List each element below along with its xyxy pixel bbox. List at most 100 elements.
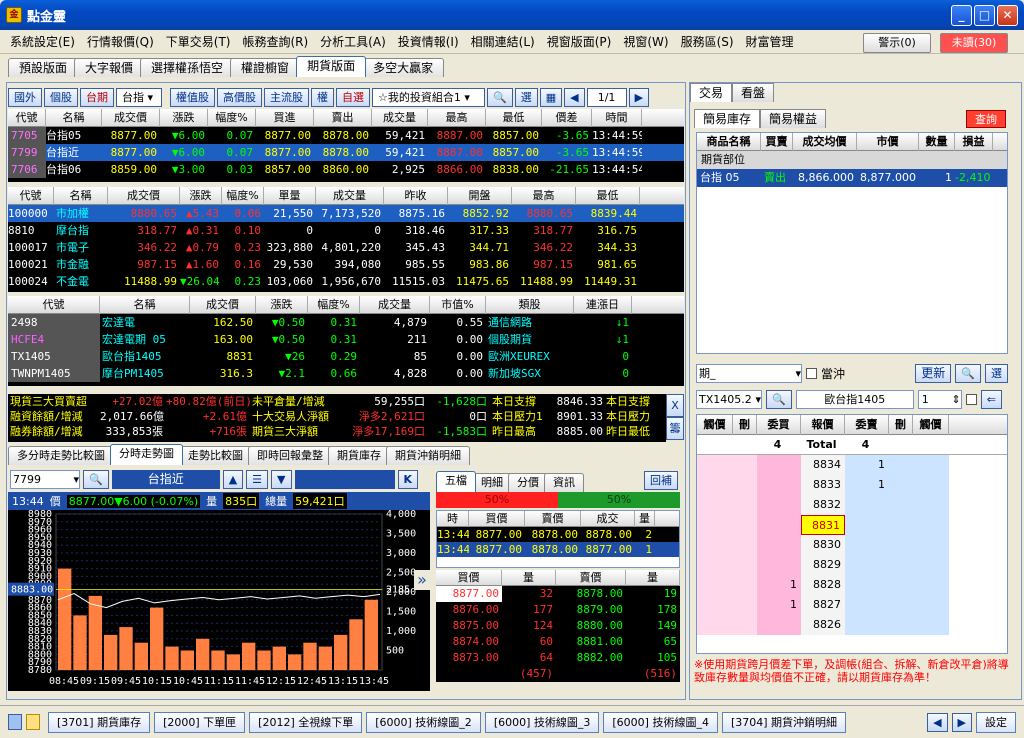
foreign-button[interactable]: 國外 bbox=[8, 87, 42, 107]
tab-chart-5[interactable]: 期貨沖銷明細 bbox=[386, 446, 470, 465]
ladder-cell[interactable] bbox=[733, 515, 757, 535]
kline-button[interactable]: K bbox=[397, 469, 419, 489]
ladder-cell[interactable] bbox=[733, 495, 757, 515]
ladder-cell[interactable] bbox=[889, 495, 913, 515]
tick-row[interactable]: 13:44 8877.00 8878.00 8877.00 1 bbox=[437, 542, 679, 557]
ladder-cell[interactable] bbox=[757, 615, 801, 635]
list-icon[interactable]: ☰ bbox=[246, 469, 269, 489]
maximize-button[interactable]: □ bbox=[974, 5, 995, 26]
chart-symbol-select[interactable]: 7799 ▾ bbox=[10, 469, 80, 489]
ladder-row[interactable]: 1 8828 bbox=[697, 575, 1007, 595]
ladder-cell[interactable] bbox=[733, 575, 757, 595]
index-col-9[interactable]: 最高 bbox=[512, 186, 576, 205]
index-col-2[interactable]: 成交價 bbox=[108, 186, 180, 205]
ladder-cell[interactable] bbox=[697, 555, 733, 575]
futures-col-7[interactable]: 成交量 bbox=[372, 108, 428, 127]
stock-col-3[interactable]: 漲跌 bbox=[256, 295, 308, 314]
ladder-cell[interactable] bbox=[845, 515, 889, 535]
select-button[interactable]: 選 bbox=[514, 87, 538, 107]
index-col-6[interactable]: 成交量 bbox=[316, 186, 384, 205]
futures-col-0[interactable]: 代號 bbox=[8, 108, 46, 127]
tab-layout-0[interactable]: 預設版面 bbox=[8, 58, 79, 77]
minimize-button[interactable]: _ bbox=[951, 5, 972, 26]
ladder-cell[interactable] bbox=[697, 455, 733, 475]
ladder-cell[interactable] bbox=[889, 575, 913, 595]
menu-item-1[interactable]: 行情報價(Q) bbox=[81, 33, 160, 50]
taskbar-item-2[interactable]: [2012] 全視線下單 bbox=[249, 711, 363, 733]
highprice-button[interactable]: 高價股 bbox=[217, 87, 262, 107]
taskbar-item-1[interactable]: [2000] 下單匣 bbox=[154, 711, 246, 733]
tab-quote-2[interactable]: 分價 bbox=[508, 473, 548, 492]
ladder-cell[interactable] bbox=[889, 475, 913, 495]
ladder-cell[interactable] bbox=[697, 575, 733, 595]
unread-button[interactable]: 未讀(30) bbox=[940, 33, 1008, 53]
inventory-col[interactable]: 損益 bbox=[955, 132, 993, 151]
ladder-row[interactable]: 8829 bbox=[697, 555, 1007, 575]
ladder-cell[interactable] bbox=[733, 535, 757, 555]
ladder-cell[interactable] bbox=[697, 595, 733, 615]
index-row[interactable]: 100017 市電子 346.22 ▲0.79 0.23 323,880 4,801,220… bbox=[8, 239, 684, 256]
ladder-cell[interactable] bbox=[845, 535, 889, 555]
ladder-cell[interactable] bbox=[913, 595, 949, 615]
settings-button[interactable]: 設定 bbox=[976, 711, 1016, 733]
search-icon[interactable]: 🔍 bbox=[955, 363, 981, 383]
index-col-0[interactable]: 代號 bbox=[8, 186, 54, 205]
stock-col-8[interactable]: 連漲日 bbox=[574, 295, 632, 314]
ladder-cell[interactable] bbox=[845, 595, 889, 615]
arrow-left-icon[interactable]: ⇐ bbox=[980, 389, 1002, 409]
tab-inventory-1[interactable]: 簡易權益 bbox=[760, 109, 827, 128]
ladder-row[interactable]: 8834 1 bbox=[697, 455, 1007, 475]
stock-row[interactable]: TWNPM1405 摩台PM1405 316.3 ▼2.1 0.66 4,828 0.00 新… bbox=[8, 365, 684, 382]
ladder-cell[interactable] bbox=[697, 615, 733, 635]
taifex-button[interactable]: 台期 bbox=[80, 87, 114, 107]
intraday-chart[interactable]: 8980897089608950894089308920891089008890… bbox=[8, 509, 430, 691]
taskbar-prev-icon[interactable]: ◀ bbox=[927, 712, 948, 732]
warning-button[interactable]: 警示(0) bbox=[863, 33, 931, 53]
menu-item-8[interactable]: 視窗(W) bbox=[617, 33, 674, 50]
tab-layout-2[interactable]: 選擇權孫悟空 bbox=[140, 58, 235, 77]
taskbar-item-0[interactable]: [3701] 期貨庫存 bbox=[48, 711, 151, 733]
depth-row[interactable]: 8875.00 124 8880.00 149 bbox=[436, 618, 680, 634]
ladder-row[interactable]: 8826 bbox=[697, 615, 1007, 635]
menu-item-0[interactable]: 系統設定(E) bbox=[4, 33, 81, 50]
stock-col-7[interactable]: 類股 bbox=[486, 295, 574, 314]
search-icon[interactable]: 🔍 bbox=[83, 469, 109, 489]
menu-item-5[interactable]: 投資情報(I) bbox=[392, 33, 465, 50]
ladder-cell[interactable] bbox=[757, 455, 801, 475]
weight-stock-button[interactable]: 權值股 bbox=[170, 87, 215, 107]
stock-row[interactable]: TX1405 歐台指1405 8831 ▼26 0.29 85 0.00 歐洲XEUREX 0 bbox=[8, 348, 684, 365]
ladder-cell[interactable] bbox=[733, 455, 757, 475]
index-row[interactable]: 8810 摩台指 318.77 ▲0.31 0.10 0 0 318.46 317.33 318.… bbox=[8, 222, 684, 239]
symbol-select[interactable]: TX1405.2 ▾ bbox=[696, 389, 762, 409]
tab-right-0[interactable]: 交易 bbox=[690, 83, 733, 102]
inventory-col[interactable]: 商品名稱 bbox=[697, 132, 761, 151]
depth-row[interactable]: 8874.00 60 8881.00 65 bbox=[436, 634, 680, 650]
ladder-cell[interactable] bbox=[913, 475, 949, 495]
grid-icon[interactable]: ▦ bbox=[539, 87, 563, 107]
ladder-cell[interactable] bbox=[913, 495, 949, 515]
portfolio-select[interactable]: ☆我的投資組合1 ▾ bbox=[372, 87, 485, 107]
stock-row[interactable]: HCFE4 宏達電期 05 163.00 ▼0.50 0.31 211 0.00 個股期貨 ↓1 bbox=[8, 331, 684, 348]
futures-col-11[interactable]: 時間 bbox=[592, 108, 642, 127]
tick-col[interactable]: 買價 bbox=[469, 510, 525, 527]
tab-layout-5[interactable]: 多空大贏家 bbox=[362, 58, 445, 77]
inventory-col[interactable]: 市價 bbox=[857, 132, 919, 151]
index-row[interactable]: 100024 不金電 11488.99 ▼26.04 0.23 103,060 1,956,… bbox=[8, 273, 684, 290]
custom-button[interactable]: 自選 bbox=[336, 87, 370, 107]
ladder-cell[interactable] bbox=[733, 595, 757, 615]
depth-row[interactable]: 8873.00 64 8882.00 105 bbox=[436, 650, 680, 666]
ladder-cell[interactable] bbox=[913, 555, 949, 575]
futures-row[interactable]: 7705 台指05 8877.00 ▼6.00 0.07 8877.00 8878.00 59… bbox=[8, 127, 684, 144]
index-row[interactable]: 100021 市金融 987.15 ▲1.60 0.16 29,530 394,080 985… bbox=[8, 256, 684, 273]
stock-col-5[interactable]: 成交量 bbox=[360, 295, 430, 314]
futures-col-6[interactable]: 賣出 bbox=[314, 108, 372, 127]
inventory-col[interactable]: 成交均價 bbox=[793, 132, 857, 151]
futures-col-3[interactable]: 漲跌 bbox=[160, 108, 208, 127]
ladder-row[interactable]: 8830 bbox=[697, 535, 1007, 555]
ladder-cell[interactable] bbox=[913, 455, 949, 475]
ladder-row[interactable]: 1 8827 bbox=[697, 595, 1007, 615]
ladder-cell[interactable] bbox=[845, 575, 889, 595]
menu-item-7[interactable]: 視窗版面(P) bbox=[541, 33, 618, 50]
futures-col-1[interactable]: 名稱 bbox=[46, 108, 102, 127]
ladder-cell[interactable] bbox=[889, 555, 913, 575]
